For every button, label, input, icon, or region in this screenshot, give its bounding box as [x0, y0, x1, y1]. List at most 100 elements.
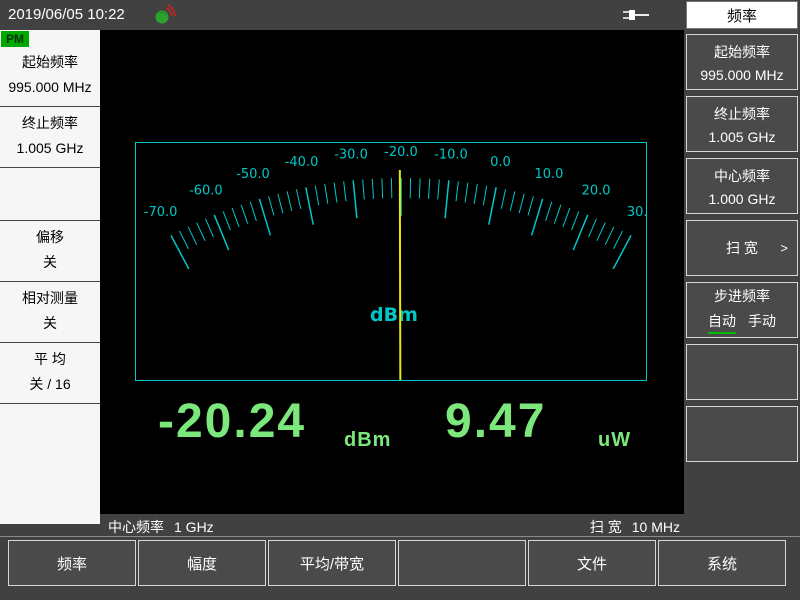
menu-button-frequency[interactable]: 频率	[8, 540, 136, 586]
power-reading-dbm: -20.24	[158, 395, 307, 448]
section-divider-gap	[0, 168, 100, 221]
top-status-bar: 2019/06/05 10:22	[0, 0, 686, 30]
gauge-tick	[473, 183, 478, 204]
gauge-tick-label: -20.0	[384, 145, 418, 160]
softkey-label: 起始频率	[714, 43, 770, 60]
gauge-tick	[222, 211, 231, 231]
param-value: 995.000 MHz	[8, 79, 92, 95]
softkey-center-frequency[interactable]: 中心频率 1.000 GHz	[686, 158, 798, 214]
gauge-tick	[596, 222, 606, 242]
gauge-tick	[444, 180, 450, 219]
gauge-tick-label: -30.0	[334, 147, 368, 162]
meter-svg: -70.0 -60.0 -50.0 -40.0 -30.0 -20.0 -10.0 0.0 10…	[144, 145, 646, 380]
param-label: 相对测量	[22, 290, 78, 306]
span-label: 扫 宽	[589, 519, 622, 535]
satellite-icon	[153, 4, 177, 26]
gauge-tick	[588, 218, 598, 238]
param-value: 关	[43, 254, 57, 270]
gauge-tick	[428, 178, 431, 199]
gauge-tick	[518, 193, 525, 214]
gauge-tick	[553, 204, 562, 224]
step-manual-option[interactable]: 手动	[748, 311, 776, 334]
gauge-tick	[240, 204, 249, 224]
bottom-bar-divider	[0, 536, 800, 537]
menu-button-amplitude[interactable]: 幅度	[138, 540, 266, 586]
menu-button-average-bandwidth[interactable]: 平均/带宽	[268, 540, 396, 586]
softkey-blank-2[interactable]	[686, 406, 798, 462]
gauge-tick	[324, 183, 329, 204]
softkey-value: 995.000 MHz	[700, 66, 784, 83]
param-row-offset: 偏移 关	[0, 221, 100, 282]
measurement-settings-panel: PM 起始频率 995.000 MHz 终止频率 1.005 GHz 偏移 关 …	[0, 30, 100, 524]
param-label: 偏移	[36, 229, 64, 245]
gauge-tick	[352, 180, 358, 219]
softkey-value: 1.000 GHz	[708, 190, 776, 207]
param-row-start-freq: 起始频率 995.000 MHz	[0, 46, 100, 107]
softkey-step-frequency[interactable]: 步进频率 自动 手动	[686, 282, 798, 338]
gauge-tick-label: 20.0	[582, 184, 611, 199]
gauge-tick	[613, 230, 623, 250]
gauge-tick	[333, 182, 338, 203]
power-reading-watts: 9.47	[445, 395, 547, 448]
meter-display: -70.0 -60.0 -50.0 -40.0 -30.0 -20.0 -10.0 0.0 10…	[100, 30, 684, 514]
gauge-tick-label: -60.0	[189, 184, 223, 199]
gauge-tick	[455, 181, 459, 202]
gauge-tick	[562, 207, 571, 227]
span-status: 扫 宽 10 MHz	[590, 517, 680, 537]
center-frequency-status: 中心频率 1 GHz	[108, 517, 214, 537]
gauge-tick-label: -10.0	[434, 147, 468, 162]
gauge-tick	[187, 226, 198, 245]
softkey-start-frequency[interactable]: 起始频率 995.000 MHz	[686, 34, 798, 90]
menu-button-system[interactable]: 系统	[658, 540, 786, 586]
gauge-tick	[305, 187, 314, 225]
dbm-unit-label: dBm	[344, 429, 392, 451]
gauge-tick	[509, 191, 516, 211]
step-mode-options: 自动 手动	[708, 311, 776, 334]
gauge-tick	[249, 201, 257, 221]
gauge-tick	[170, 235, 190, 270]
softkey-span[interactable]: 扫 宽 >	[686, 220, 798, 276]
meter-unit-label: dBm	[370, 304, 418, 326]
softkey-label: 步进频率	[714, 288, 770, 304]
softkey-label: 中心频率	[714, 167, 770, 184]
power-plug-icon	[620, 8, 652, 22]
menu-button-blank[interactable]	[398, 540, 526, 586]
gauge-tick	[277, 193, 284, 214]
gauge-tick	[204, 218, 214, 238]
gauge-tick	[295, 189, 302, 209]
center-frequency-value: 1 GHz	[174, 519, 214, 535]
gauge-tick	[488, 187, 497, 225]
gauge-tick	[343, 181, 347, 202]
gauge-tick	[231, 207, 240, 227]
gauge-tick-label: 0.0	[490, 155, 511, 170]
param-label: 起始频率	[22, 54, 78, 70]
gauge-tick	[500, 189, 507, 209]
gauge-tick-label: -40.0	[285, 155, 319, 170]
softkey-blank-1[interactable]	[686, 344, 798, 400]
gauge-tick	[179, 230, 189, 250]
softkey-label: 扫 宽	[726, 240, 758, 256]
status-row: 中心频率 1 GHz 扫 宽 10 MHz	[100, 514, 684, 536]
analog-meter: -70.0 -60.0 -50.0 -40.0 -30.0 -20.0 -10.0 0.0 10…	[135, 142, 647, 381]
softkey-label: 终止频率	[714, 105, 770, 122]
step-auto-option[interactable]: 自动	[708, 311, 736, 334]
param-row-stop-freq: 终止频率 1.005 GHz	[0, 107, 100, 168]
gauge-tick	[362, 179, 365, 200]
gauge-tick	[371, 178, 374, 199]
gauge-tick	[530, 198, 544, 236]
gauge-tick	[571, 211, 580, 231]
param-label: 终止频率	[22, 115, 78, 131]
softkey-stop-frequency[interactable]: 终止频率 1.005 GHz	[686, 96, 798, 152]
gauge-tick	[464, 182, 469, 203]
datetime-text: 2019/06/05 10:22	[8, 6, 125, 23]
settings-list: 起始频率 995.000 MHz 终止频率 1.005 GHz 偏移 关 相对测…	[0, 30, 100, 404]
param-label: 平 均	[34, 351, 66, 367]
menu-button-file[interactable]: 文件	[528, 540, 656, 586]
gauge-tick-label: 10.0	[535, 167, 564, 182]
gauge-tick	[314, 185, 320, 206]
menu-title: 频率	[686, 1, 798, 29]
gauge-tick-label: -50.0	[236, 167, 270, 182]
gauge-tick	[437, 179, 440, 200]
gauge-tick-label: -70.0	[144, 205, 178, 220]
gauge-tick	[258, 198, 272, 236]
